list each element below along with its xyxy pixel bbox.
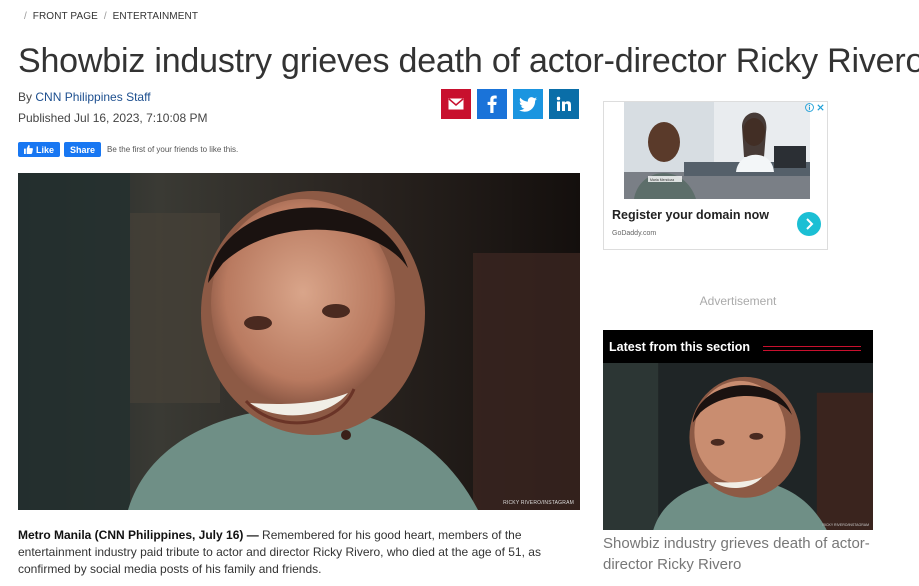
breadcrumb-entertainment[interactable]: ENTERTAINMENT [113,11,198,22]
portrait-photo [18,173,580,510]
share-bar [441,89,579,119]
ad-url[interactable]: GoDaddy.com [612,230,656,237]
breadcrumb: / FRONT PAGE / ENTERTAINMENT [24,11,198,22]
thumbs-up-icon [24,145,33,154]
share-twitter-button[interactable] [513,89,543,119]
breadcrumb-separator: / [103,11,107,22]
facebook-like-widget: Like Share Be the first of your friends … [18,142,238,157]
latest-headline-link[interactable]: Showbiz industry grieves death of actor-… [603,533,873,575]
ad-info-icon[interactable] [805,103,814,112]
byline: By CNN Philippines Staff [18,90,151,104]
share-linkedin-button[interactable] [549,89,579,119]
linkedin-icon [556,96,571,111]
ad-image: Maria Mendoza [624,102,810,199]
office-scene-illustration: Maria Mendoza [624,102,810,199]
article-headline: Showbiz industry grieves death of actor-… [18,42,919,80]
byline-author-link[interactable]: CNN Philippines Staff [35,90,150,104]
hero-photo: RICKY RIVERO/INSTAGRAM [18,173,580,510]
latest-section-card[interactable]: Latest from this section RICKY RIVERO/IN… [603,330,873,530]
ad-title[interactable]: Register your domain now [612,208,769,222]
facebook-icon [487,95,497,113]
latest-section-title: Latest from this section [609,340,750,354]
breadcrumb-separator: / [24,11,27,22]
published-date: Published Jul 16, 2023, 7:10:08 PM [18,111,208,125]
latest-thumbnail[interactable]: RICKY RIVERO/INSTAGRAM [603,363,873,530]
facebook-share-button[interactable]: Share [64,142,102,157]
facebook-like-label: Like [36,144,55,155]
ad-choices[interactable] [805,103,825,112]
breadcrumb-front-page[interactable]: FRONT PAGE [33,11,98,22]
latest-photo-credit: RICKY RIVERO/INSTAGRAM [822,523,869,527]
ad-nameplate: Maria Mendoza [650,178,674,182]
byline-prefix: By [18,90,33,104]
email-icon [448,98,464,110]
ad-arrow-button[interactable] [797,212,821,236]
photo-credit: RICKY RIVERO/INSTAGRAM [503,500,574,506]
ad-card[interactable]: Maria Mendoza Register your domain now G… [603,101,828,250]
twitter-icon [519,96,537,112]
share-facebook-button[interactable] [477,89,507,119]
lead-dateline: Metro Manila (CNN Philippines, July 16) … [18,528,259,542]
advertisement-label: Advertisement [699,294,777,308]
portrait-thumbnail [603,363,873,530]
accent-lines [763,346,861,351]
facebook-like-button[interactable]: Like [18,142,61,157]
share-email-button[interactable] [441,89,471,119]
chevron-right-icon [806,218,814,230]
facebook-friends-note: Be the first of your friends to like thi… [107,145,239,154]
article-lead-paragraph: Metro Manila (CNN Philippines, July 16) … [18,527,578,578]
ad-close-icon[interactable] [816,103,825,112]
facebook-share-label: Share [70,144,96,155]
